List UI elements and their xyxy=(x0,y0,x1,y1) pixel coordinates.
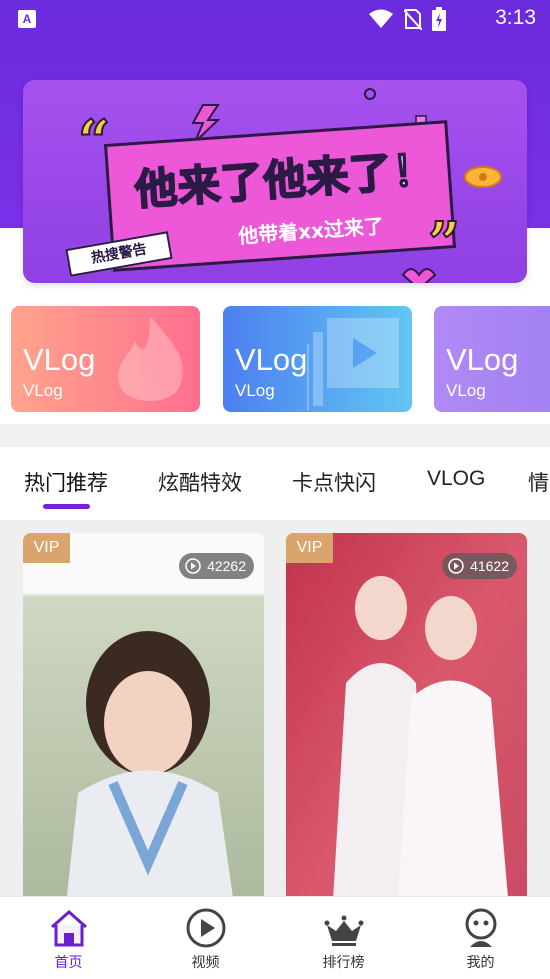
play-circle-icon xyxy=(448,558,464,574)
status-time: 3:13 xyxy=(495,6,536,29)
category-title: VLog xyxy=(23,342,96,377)
video-card[interactable]: VIP 42262 xyxy=(23,533,264,896)
category-tabs: 热门推荐 炫酷特效 卡点快闪 VLOG 情 xyxy=(0,447,550,520)
video-card[interactable]: VIP 41622 xyxy=(286,533,527,896)
bottom-nav: 首页 视频 排行榜 我的 xyxy=(0,896,550,979)
category-card[interactable]: VLog VLog xyxy=(11,306,200,412)
category-subtitle: VLog xyxy=(446,381,486,400)
tab-hot[interactable]: 热门推荐 xyxy=(24,467,108,497)
nav-home[interactable]: 首页 xyxy=(0,897,137,979)
category-subtitle: VLog xyxy=(23,381,63,400)
battery-charging-icon xyxy=(432,7,446,31)
close-quote-icon: ” xyxy=(427,209,461,277)
category-card[interactable]: VLog VLog xyxy=(434,306,550,412)
category-title: VLog xyxy=(235,342,308,377)
app-notification-icon: A xyxy=(18,10,36,28)
video-thumbnail xyxy=(23,533,264,896)
video-grid: VIP 42262 VIP 41622 xyxy=(0,520,550,896)
wifi-icon xyxy=(369,9,393,28)
nav-ranking[interactable]: 排行榜 xyxy=(275,897,412,979)
profile-icon xyxy=(465,908,497,947)
nav-mine[interactable]: 我的 xyxy=(412,897,549,979)
home-icon xyxy=(51,909,87,947)
vip-badge: VIP xyxy=(286,533,333,563)
flame-icon xyxy=(117,316,183,401)
play-count-value: 42262 xyxy=(207,558,246,574)
video-stack-icon xyxy=(307,318,399,410)
nav-video-label: 视频 xyxy=(191,955,220,971)
play-count: 42262 xyxy=(179,553,254,579)
nav-ranking-label: 排行榜 xyxy=(322,955,365,971)
tab-beat[interactable]: 卡点快闪 xyxy=(292,467,376,497)
category-card[interactable]: VLog VLog xyxy=(223,306,412,412)
category-subtitle: VLog xyxy=(235,381,275,400)
video-thumbnail xyxy=(286,533,527,896)
play-count: 41622 xyxy=(442,553,517,579)
nav-home-label: 首页 xyxy=(54,955,83,971)
tab-partial[interactable]: 情 xyxy=(528,467,549,497)
vip-badge: VIP xyxy=(23,533,70,563)
open-quote-icon: “ xyxy=(77,107,111,175)
play-icon xyxy=(186,908,226,948)
status-bar: A 3:13 xyxy=(0,0,550,40)
category-row: VLog VLog VLog VLog VLog VLog xyxy=(0,306,550,412)
promo-banner[interactable]: 他来了他来了！ 他带着xx过来了 热搜警告 “ ” xyxy=(23,80,527,283)
play-circle-icon xyxy=(185,558,201,574)
category-title: VLog xyxy=(446,342,519,377)
nav-mine-label: 我的 xyxy=(466,955,495,971)
tab-indicator xyxy=(43,504,90,509)
status-icons xyxy=(368,7,446,31)
crown-icon xyxy=(324,915,364,946)
play-count-value: 41622 xyxy=(470,558,509,574)
tab-vlog[interactable]: VLOG xyxy=(427,467,485,491)
nav-video[interactable]: 视频 xyxy=(137,897,274,979)
no-sim-icon xyxy=(404,9,422,30)
tab-effects[interactable]: 炫酷特效 xyxy=(158,467,242,497)
